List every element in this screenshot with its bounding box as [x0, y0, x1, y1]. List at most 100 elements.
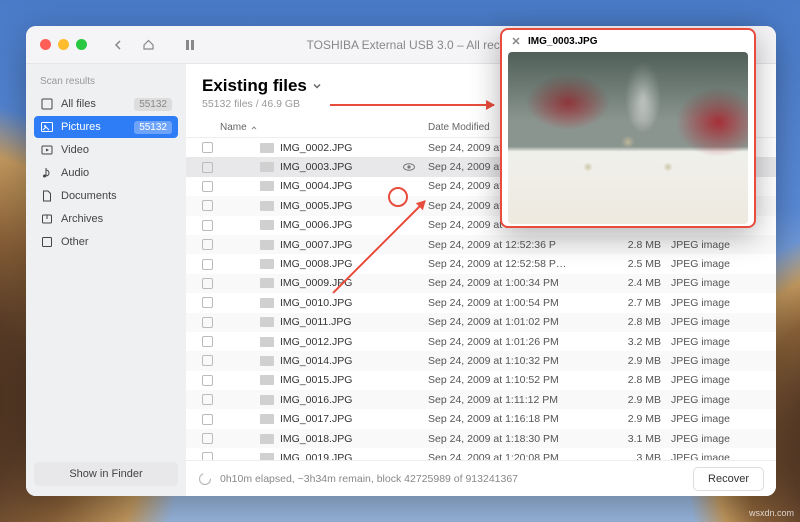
file-kind: JPEG image: [661, 316, 760, 328]
file-name: IMG_0003.JPG: [220, 161, 428, 173]
row-checkbox[interactable]: [202, 220, 213, 231]
pause-button[interactable]: [179, 34, 201, 56]
file-size: 3 MB: [606, 452, 661, 460]
pictures-icon: [40, 120, 54, 134]
file-date: Sep 24, 2009 at 1:20:08 PM: [428, 452, 606, 460]
row-checkbox[interactable]: [202, 259, 213, 270]
column-name[interactable]: Name: [220, 122, 428, 133]
row-checkbox[interactable]: [202, 433, 213, 444]
table-row[interactable]: IMG_0014.JPGSep 24, 2009 at 1:10:32 PM2.…: [186, 351, 776, 370]
table-row[interactable]: IMG_0018.JPGSep 24, 2009 at 1:18:30 PM3.…: [186, 429, 776, 448]
sidebar-item-pictures[interactable]: Pictures55132: [34, 116, 178, 138]
file-name: IMG_0015.JPG: [220, 374, 428, 386]
row-checkbox[interactable]: [202, 142, 213, 153]
audio-icon: [40, 166, 54, 180]
back-button[interactable]: [107, 34, 129, 56]
file-size: 2.9 MB: [606, 394, 661, 406]
table-row[interactable]: IMG_0019.JPGSep 24, 2009 at 1:20:08 PM3 …: [186, 448, 776, 460]
show-in-finder-button[interactable]: Show in Finder: [34, 462, 178, 486]
file-date: Sep 24, 2009 at 1:01:02 PM: [428, 316, 606, 328]
table-row[interactable]: IMG_0010.JPGSep 24, 2009 at 1:00:54 PM2.…: [186, 293, 776, 312]
scan-progress-icon: [198, 472, 212, 486]
sidebar-item-label: Documents: [61, 190, 172, 202]
file-name: IMG_0009.JPG: [220, 277, 428, 289]
sidebar-item-audio[interactable]: Audio: [34, 162, 178, 184]
row-checkbox[interactable]: [202, 278, 213, 289]
preview-eye-icon[interactable]: [402, 160, 416, 174]
sidebar-item-label: Archives: [61, 213, 172, 225]
table-row[interactable]: IMG_0017.JPGSep 24, 2009 at 1:16:18 PM2.…: [186, 409, 776, 428]
file-thumb-icon: [260, 181, 274, 191]
table-row[interactable]: IMG_0008.JPGSep 24, 2009 at 12:52:58 P…2…: [186, 254, 776, 273]
file-size: 2.4 MB: [606, 277, 661, 289]
row-checkbox[interactable]: [202, 375, 213, 386]
file-date: Sep 24, 2009 at 1:16:18 PM: [428, 413, 606, 425]
row-checkbox[interactable]: [202, 414, 213, 425]
recover-button[interactable]: Recover: [693, 467, 764, 491]
other-icon: [40, 235, 54, 249]
row-checkbox[interactable]: [202, 200, 213, 211]
file-date: Sep 24, 2009 at 12:52:36 P: [428, 239, 606, 251]
sidebar-item-documents[interactable]: Documents: [34, 185, 178, 207]
file-size: 3.1 MB: [606, 433, 661, 445]
sidebar-item-all-files[interactable]: All files55132: [34, 93, 178, 115]
close-icon[interactable]: [510, 35, 522, 47]
watermark: wsxdn.com: [749, 508, 794, 518]
row-checkbox[interactable]: [202, 239, 213, 250]
file-name: IMG_0010.JPG: [220, 297, 428, 309]
table-row[interactable]: IMG_0015.JPGSep 24, 2009 at 1:10:52 PM2.…: [186, 371, 776, 390]
file-thumb-icon: [260, 162, 274, 172]
sidebar: Scan results All files55132Pictures55132…: [26, 64, 186, 496]
window-close-button[interactable]: [40, 39, 51, 50]
row-checkbox[interactable]: [202, 336, 213, 347]
window-minimize-button[interactable]: [58, 39, 69, 50]
annotation-circle: [388, 187, 408, 207]
file-thumb-icon: [260, 240, 274, 250]
row-checkbox[interactable]: [202, 162, 213, 173]
file-kind: JPEG image: [661, 452, 760, 460]
sidebar-item-count: 55132: [134, 121, 172, 134]
row-checkbox[interactable]: [202, 317, 213, 328]
file-thumb-icon: [260, 201, 274, 211]
row-checkbox[interactable]: [202, 181, 213, 192]
row-checkbox[interactable]: [202, 452, 213, 460]
file-name: IMG_0011.JPG: [220, 316, 428, 328]
archives-icon: [40, 212, 54, 226]
sidebar-item-video[interactable]: Video: [34, 139, 178, 161]
file-size: 2.7 MB: [606, 297, 661, 309]
sidebar-item-archives[interactable]: Archives: [34, 208, 178, 230]
window-maximize-button[interactable]: [76, 39, 87, 50]
table-row[interactable]: IMG_0007.JPGSep 24, 2009 at 12:52:36 P2.…: [186, 235, 776, 254]
file-thumb-icon: [260, 278, 274, 288]
table-row[interactable]: IMG_0012.JPGSep 24, 2009 at 1:01:26 PM3.…: [186, 332, 776, 351]
table-row[interactable]: IMG_0011.JPGSep 24, 2009 at 1:01:02 PM2.…: [186, 313, 776, 332]
file-kind: JPEG image: [661, 336, 760, 348]
home-button[interactable]: [137, 34, 159, 56]
file-date: Sep 24, 2009 at 1:10:32 PM: [428, 355, 606, 367]
row-checkbox[interactable]: [202, 394, 213, 405]
file-date: Sep 24, 2009 at 1:00:34 PM: [428, 277, 606, 289]
table-row[interactable]: IMG_0016.JPGSep 24, 2009 at 1:11:12 PM2.…: [186, 390, 776, 409]
row-checkbox[interactable]: [202, 297, 213, 308]
file-thumb-icon: [260, 395, 274, 405]
file-kind: JPEG image: [661, 433, 760, 445]
sidebar-item-label: All files: [61, 98, 127, 110]
file-size: 2.5 MB: [606, 258, 661, 270]
file-size: 2.9 MB: [606, 355, 661, 367]
table-row[interactable]: IMG_0009.JPGSep 24, 2009 at 1:00:34 PM2.…: [186, 274, 776, 293]
file-size: 2.8 MB: [606, 239, 661, 251]
file-name: IMG_0017.JPG: [220, 413, 428, 425]
preview-popup: IMG_0003.JPG: [500, 28, 756, 228]
row-checkbox[interactable]: [202, 355, 213, 366]
annotation-arrow: [330, 104, 494, 106]
file-name: IMG_0007.JPG: [220, 239, 428, 251]
file-thumb-icon: [260, 375, 274, 385]
sort-asc-icon: [250, 124, 258, 132]
file-size: 2.8 MB: [606, 316, 661, 328]
preview-image: [508, 52, 748, 224]
file-kind: JPEG image: [661, 394, 760, 406]
file-size: 2.8 MB: [606, 374, 661, 386]
file-kind: JPEG image: [661, 277, 760, 289]
sidebar-item-other[interactable]: Other: [34, 231, 178, 253]
file-date: Sep 24, 2009 at 12:52:58 P…: [428, 258, 606, 270]
